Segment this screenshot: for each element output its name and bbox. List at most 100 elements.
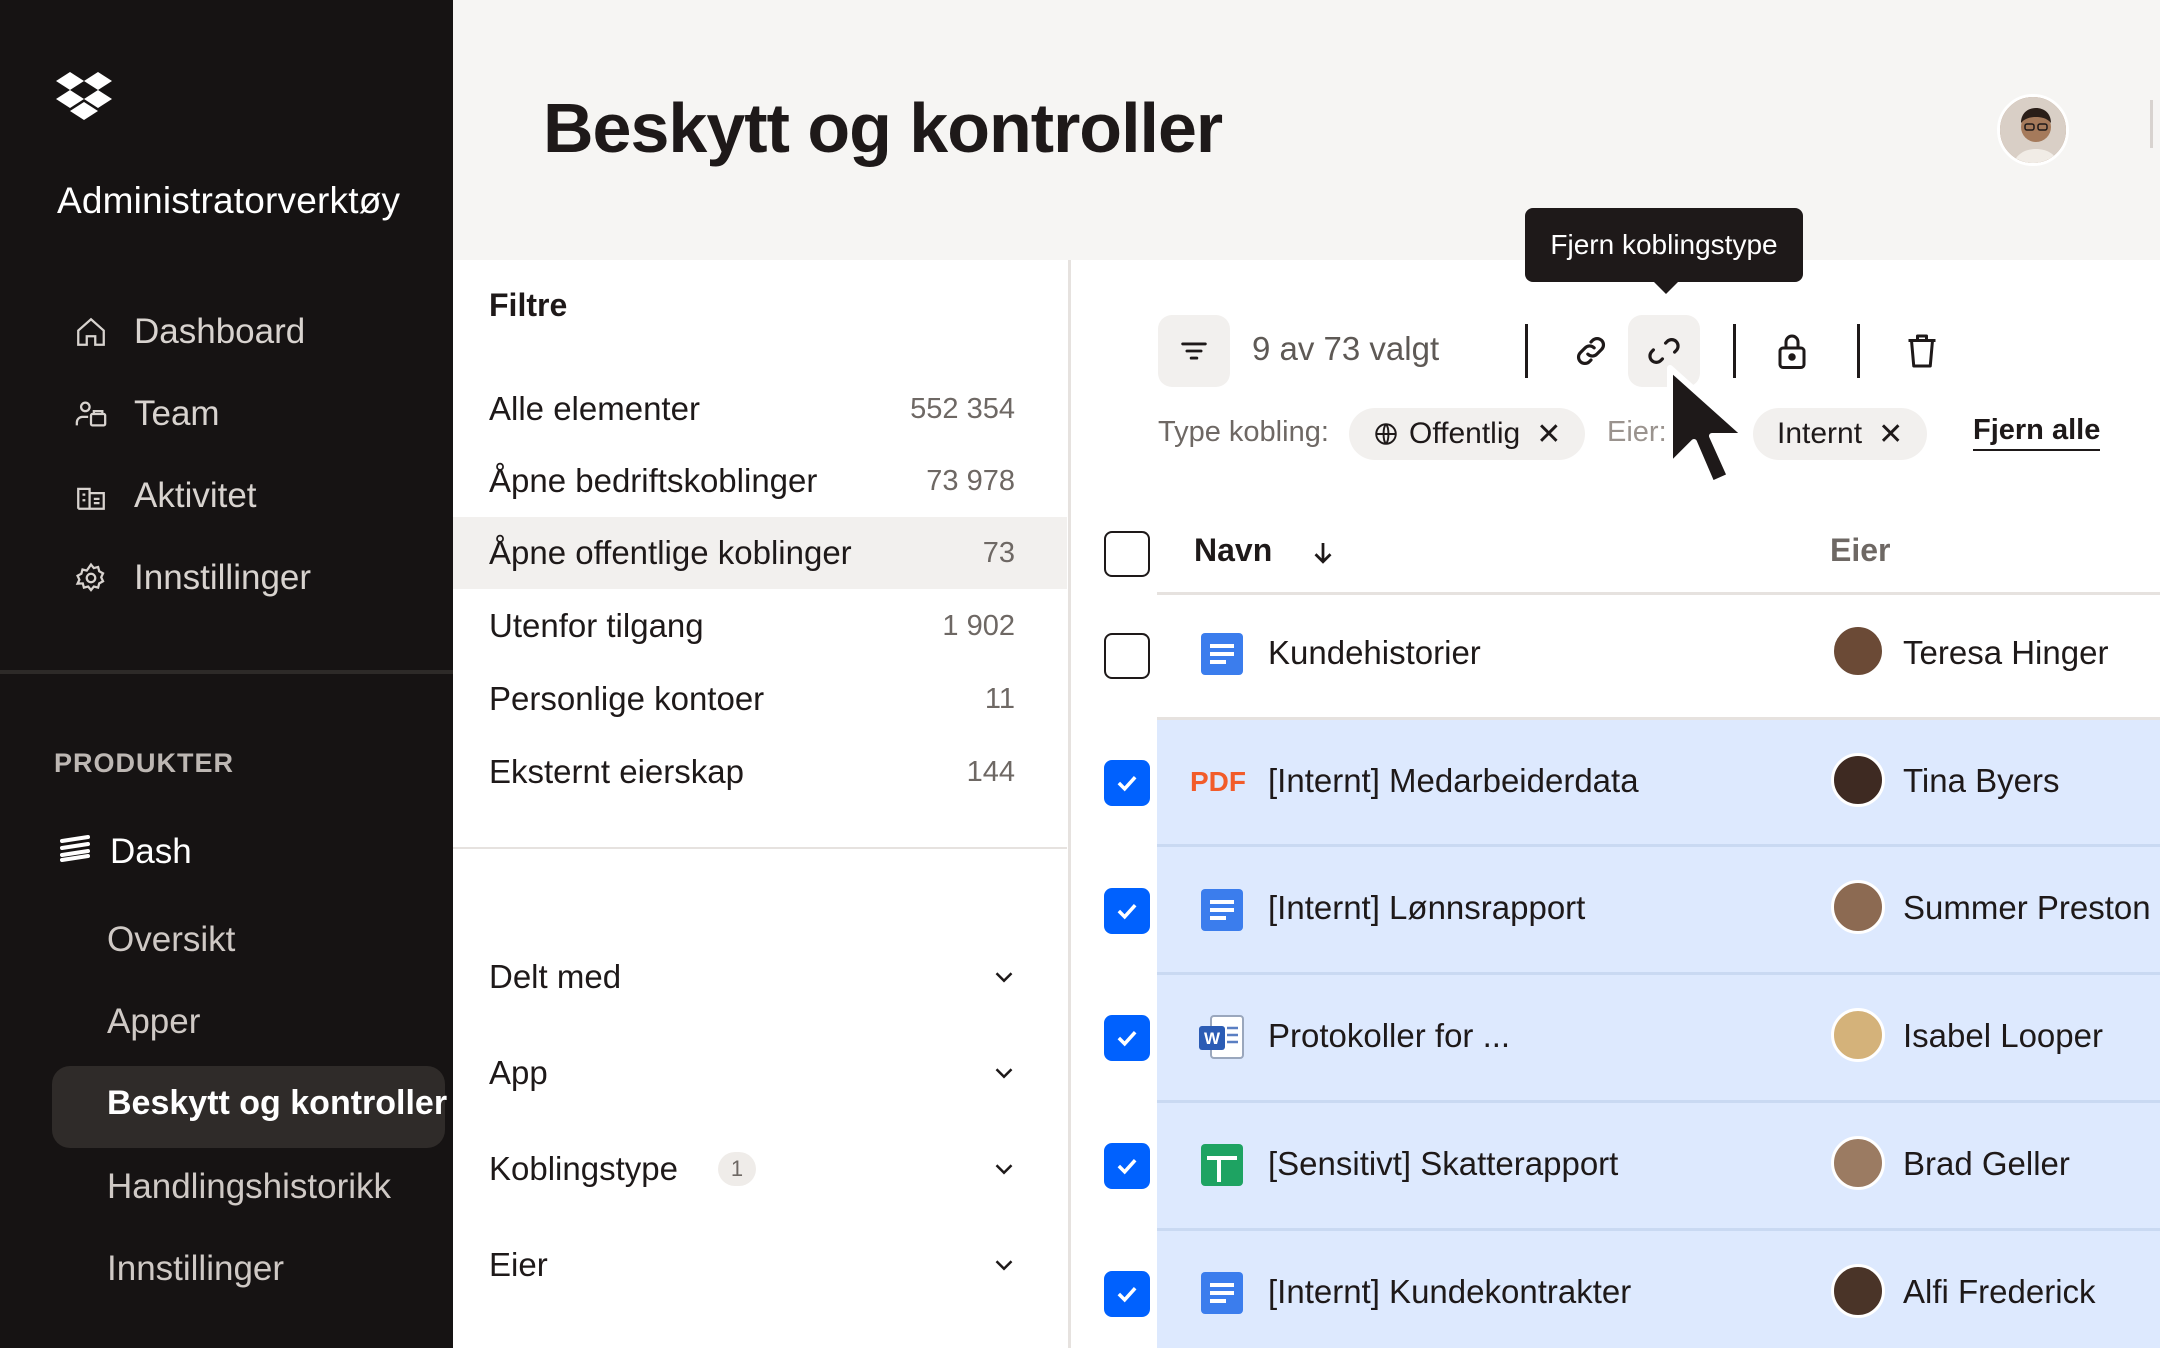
- copy-link-button[interactable]: [1555, 315, 1627, 387]
- check-icon: [1117, 775, 1137, 792]
- sidebar-divider: [0, 670, 453, 674]
- filter-row-active[interactable]: Åpne offentlige koblinger 73: [453, 517, 1067, 589]
- toolbar-separator: [1525, 324, 1528, 378]
- dash-icon: [58, 832, 92, 872]
- arrow-down-icon[interactable]: [1308, 538, 1338, 568]
- nav-item-innstillinger[interactable]: Innstillinger: [72, 548, 311, 608]
- row-checkbox-checked[interactable]: [1104, 1143, 1150, 1189]
- tooltip-arrow: [1652, 280, 1680, 294]
- word-icon: W: [1197, 1012, 1247, 1062]
- filter-label: Utenfor tilgang: [489, 607, 704, 644]
- avatar: [1831, 1008, 1885, 1062]
- filter-row[interactable]: Personlige kontoer 11: [453, 663, 1067, 735]
- sheet-icon: [1197, 1140, 1247, 1190]
- column-header-name[interactable]: Navn: [1194, 532, 1272, 569]
- nav-label: Innstillinger: [134, 558, 312, 597]
- nav-item-aktivitet[interactable]: Aktivitet: [72, 466, 257, 526]
- select-all-checkbox[interactable]: [1104, 531, 1150, 577]
- owner-name: Tina Byers: [1903, 762, 2060, 799]
- sub-item-handlingshistorikk[interactable]: Handlingshistorikk: [107, 1167, 391, 1207]
- check-icon: [1117, 903, 1137, 920]
- count-badge: 1: [717, 1152, 756, 1186]
- check-icon: [1117, 1158, 1137, 1175]
- file-name[interactable]: [Internt] Kundekontrakter: [1268, 1273, 1631, 1311]
- file-name[interactable]: Protokoller for ...: [1268, 1017, 1510, 1055]
- filter-divider: [453, 847, 1067, 849]
- nav-label: Team: [134, 394, 220, 433]
- sub-item-innstillinger[interactable]: Innstillinger: [107, 1249, 284, 1289]
- filter-count: 144: [966, 755, 1015, 788]
- filter-label: Alle elementer: [489, 390, 700, 427]
- close-icon[interactable]: ✕: [1878, 417, 1903, 452]
- trash-icon: [1908, 334, 1936, 368]
- nav-item-team[interactable]: Team: [72, 384, 220, 444]
- user-avatar[interactable]: [1997, 94, 2069, 166]
- chevron-down-icon: [995, 1260, 1013, 1271]
- selection-count: 9 av 73 valgt: [1252, 330, 1440, 367]
- eier-chip-label: Eier:: [1607, 416, 1667, 448]
- dropdown-eier[interactable]: Eier: [489, 1235, 1019, 1295]
- file-name[interactable]: Kundehistorier: [1268, 634, 1481, 672]
- activity-icon: [72, 477, 110, 515]
- avatar: [1831, 1264, 1885, 1318]
- filter-row[interactable]: Alle elementer 552 354: [453, 373, 1067, 445]
- row-checkbox-checked[interactable]: [1104, 888, 1150, 934]
- clear-all-link[interactable]: Fjern alle: [1973, 414, 2101, 451]
- team-icon: [72, 395, 110, 433]
- close-icon[interactable]: ✕: [1536, 417, 1561, 452]
- sub-item-oversikt[interactable]: Oversikt: [107, 920, 235, 960]
- column-header-owner[interactable]: Eier: [1830, 532, 1890, 569]
- dropdown-label: App: [489, 1054, 548, 1091]
- nav-label: Aktivitet: [134, 476, 257, 515]
- file-name[interactable]: [Sensitivt] Skatterapport: [1268, 1145, 1618, 1183]
- owner-name: Isabel Looper: [1903, 1017, 2103, 1054]
- dropdown-label: Delt med: [489, 958, 622, 995]
- row-checkbox[interactable]: [1104, 633, 1150, 679]
- avatar: [1831, 880, 1885, 934]
- chevron-down-icon: [995, 1068, 1013, 1079]
- row-checkbox-checked[interactable]: [1104, 1271, 1150, 1317]
- file-name[interactable]: [Internt] Medarbeiderdata: [1268, 762, 1639, 800]
- dropdown-delt-med[interactable]: Delt med: [489, 947, 1019, 1007]
- owner-name: Teresa Hinger: [1903, 634, 2109, 671]
- filter-toggle-button[interactable]: [1158, 315, 1230, 387]
- dropdown-koblingstype[interactable]: Koblingstype 1: [489, 1139, 1019, 1199]
- filter-row[interactable]: Åpne bedriftskoblinger 73 978: [453, 445, 1067, 517]
- svg-text:W: W: [1204, 1029, 1221, 1048]
- filter-row[interactable]: Eksternt eierskap 144: [453, 736, 1067, 808]
- toolbar-separator: [1857, 324, 1860, 378]
- mouse-cursor-icon: [1667, 365, 1749, 487]
- nav-item-dashboard[interactable]: Dashboard: [72, 302, 305, 362]
- row-checkbox-checked[interactable]: [1104, 760, 1150, 806]
- doc-icon: [1197, 885, 1247, 935]
- filter-row[interactable]: Utenfor tilgang 1 902: [453, 590, 1067, 662]
- chip-label: Offentlig: [1409, 417, 1521, 450]
- filter-label: Eksternt eierskap: [489, 753, 744, 790]
- lock-button[interactable]: [1756, 315, 1828, 387]
- doc-icon: [1197, 629, 1247, 679]
- page-title: Beskytt og kontroller: [543, 89, 1223, 167]
- filter-label: Åpne offentlige koblinger: [489, 534, 852, 571]
- pdf-icon: PDF: [1190, 766, 1246, 797]
- delete-button[interactable]: [1886, 315, 1958, 387]
- link-icon: [1577, 337, 1605, 365]
- row-checkbox-checked[interactable]: [1104, 1015, 1150, 1061]
- sub-item-apper[interactable]: Apper: [107, 1002, 200, 1042]
- chip-label: Internt: [1777, 417, 1863, 450]
- lock-icon: [1778, 334, 1806, 369]
- sidebar: Administratorverktøy Dashboard Team Akti…: [0, 0, 453, 1348]
- dropbox-logo-icon[interactable]: [56, 70, 112, 124]
- dropdown-label: Eier: [489, 1246, 548, 1283]
- filter-heading: Filtre: [489, 287, 568, 323]
- file-name[interactable]: [Internt] Lønnsrapport: [1268, 889, 1585, 927]
- sub-item-beskytt[interactable]: Beskytt og kontroller: [107, 1084, 447, 1123]
- chip-offentlig[interactable]: Offentlig ✕: [1349, 408, 1586, 460]
- dropdown-app[interactable]: App: [489, 1043, 1019, 1103]
- product-label: Dash: [110, 832, 192, 871]
- chip-internt[interactable]: Internt ✕: [1753, 408, 1928, 460]
- filter-label: Personlige kontoer: [489, 680, 765, 717]
- home-icon: [72, 313, 110, 351]
- product-dash[interactable]: Dash: [58, 832, 192, 872]
- section-label: PRODUKTER: [54, 748, 235, 778]
- gear-icon: [72, 559, 110, 597]
